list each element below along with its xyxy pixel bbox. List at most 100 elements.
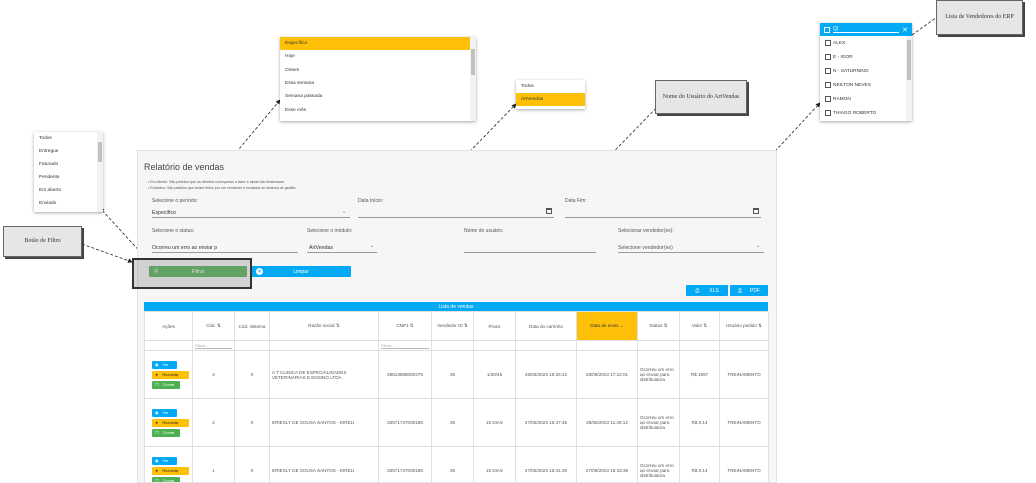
table-row: ◉ Ver ➤ Reenviar ❐ Clonar 1 0 ERIESLY DE SO… [144,446,769,482]
cell-data-carrinho: 26/06/2023 16:25:42 [515,350,577,399]
cell-valor: R$ 1957 [679,350,720,399]
cell-razao-social: ERIESLY DE SOUSA SANTOS - EIRELI [269,446,379,482]
col-prazo: Prazo [473,311,516,341]
col-valor[interactable]: Valor ⇅ [679,311,720,341]
view-button[interactable]: ◉ Ver [152,408,177,417]
filter-cnpj-input[interactable]: Filtrar... [381,343,429,349]
export-pdf-button[interactable]: ⎙ PDF [730,285,768,296]
module-chevron-down-icon[interactable]: ⌄ [370,243,374,249]
col-cod[interactable]: Cód. ⇅ [192,311,235,341]
filter-cod-input[interactable]: Filtrar... [195,343,232,349]
export-xls-button[interactable]: ⎙ XLS [686,285,728,296]
status-label: Selecione o status: [152,228,195,234]
period-select-value[interactable]: Específico [152,210,176,216]
cell-status: Ocorreu um erro ao enviar para distribui… [637,398,680,447]
vendor-option[interactable]: RAMON [820,92,912,106]
status-option[interactable]: Todos [34,132,103,145]
status-option[interactable]: Em aberto [34,184,103,197]
module-option-selected[interactable]: ArtVendas [516,93,585,106]
checkbox[interactable] [825,96,831,102]
cell-vendedor-id: 26 [431,350,474,399]
vendor-search-input[interactable]: Q| [833,26,900,33]
cell-cnpj: 28813568000275 [378,350,432,399]
clone-button[interactable]: ❐ Clonar [152,428,180,437]
checkbox[interactable] [825,68,831,74]
sales-table: Ações Cód. ⇅ Cód. sistema Razão social ⇅… [144,311,769,482]
username-input[interactable] [464,252,596,253]
checkbox[interactable] [825,40,831,46]
vendor-option[interactable]: THIAGO ROBERTO [820,106,912,120]
period-chevron-down-icon[interactable]: ⌄ [342,209,346,215]
checkbox[interactable] [825,82,831,88]
col-vendedor-id[interactable]: Vendedor ID ⇅ [431,311,474,341]
scrollbar[interactable] [470,37,476,121]
clone-button[interactable]: ❐ Clonar [152,380,180,389]
col-razao-social[interactable]: Razão social ⇅ [269,311,379,341]
vendor-option[interactable]: ALEX [820,36,912,50]
period-option-selected[interactable]: Específico [280,37,476,51]
sellers-chevron-down-icon[interactable]: ⌄ [756,243,760,249]
col-status[interactable]: Status ⇅ [637,311,680,341]
status-dropdown: Todos Entregue Faturado Pendente Em aber… [34,132,103,212]
scrollbar[interactable] [97,132,103,212]
table-header-row: Ações Cód. ⇅ Cód. sistema Razão social ⇅… [144,311,769,341]
module-label: Selecione o módulo: [307,228,353,234]
cell-prazo: 15 DIAS [473,446,516,482]
vendor-option[interactable]: E - IGOR [820,50,912,64]
status-select-value[interactable]: Ocorreu um erro ao enviar p [152,245,217,251]
cell-status: Ocorreu um erro ao enviar para distribui… [637,446,680,482]
col-acoes: Ações [144,311,193,341]
view-button[interactable]: ◉ Ver [152,456,177,465]
clear-button[interactable]: × Limpar [251,266,351,277]
copy-icon: ❐ [155,382,159,387]
cell-cod: 1 [192,446,235,482]
select-all-checkbox[interactable] [824,26,830,33]
view-button[interactable]: ◉ Ver [152,360,177,369]
eye-icon: ◉ [155,410,159,415]
date-start-input[interactable] [358,217,554,218]
resend-button[interactable]: ➤ Reenviar [152,466,189,475]
cell-vendedor-id: 26 [431,398,474,447]
printer-icon: ⎙ [695,287,700,294]
period-option[interactable]: Essa semana [280,77,476,90]
period-option[interactable]: Ontem [280,64,476,77]
status-option[interactable]: Pendente [34,171,103,184]
close-icon[interactable]: ✕ [902,26,908,34]
status-option[interactable]: Faturado [34,158,103,171]
col-data-envio[interactable]: Data de envio ⌄ [576,311,638,341]
callout-filter-button: Botão de Filtro [3,226,82,257]
resend-button[interactable]: ➤ Reenviar [152,418,189,427]
cell-razao-social: ERIESLY DE SOUSA SANTOS - EIRELI [269,398,379,447]
clone-button[interactable]: ❐ Clonar [152,476,180,482]
status-option[interactable]: Enviado [34,197,103,210]
period-option[interactable]: Semana passada [280,90,476,103]
period-select-underline [152,217,350,218]
vendor-option[interactable]: N - SATURNINO [820,64,912,78]
sellers-select-value[interactable]: Selecione vendedor(es) [618,245,673,251]
module-select-value[interactable]: ArtVendas [309,245,333,251]
resend-button[interactable]: ➤ Reenviar [152,370,189,379]
module-option[interactable]: Todos [516,80,585,93]
calendar-icon[interactable] [546,208,552,214]
cell-cod-sistema: 0 [234,398,270,447]
period-option[interactable]: Hoje [280,50,476,63]
module-select-underline [307,252,377,253]
period-option[interactable]: Esse mês [280,103,476,116]
date-end-input[interactable] [565,217,761,218]
module-dropdown: Todos ArtVendas [516,80,585,109]
checkbox[interactable] [825,110,831,116]
vendor-option[interactable]: NEILTON NEVES [820,78,912,92]
note-enviados: • Enviados: São pedidos que foram feitos… [148,185,297,190]
cell-usuario: TREINAMENTO [719,398,769,447]
calendar-icon[interactable] [753,208,759,214]
scrollbar[interactable] [906,36,912,121]
checkbox[interactable] [825,54,831,60]
col-usuario-pedido[interactable]: Usuário pedido ⇅ [719,311,769,341]
table-title: Lista de vendas [144,302,768,311]
status-option[interactable]: Entregue [34,145,103,158]
send-icon: ➤ [155,468,159,473]
cell-cod: 2 [192,398,235,447]
sellers-select-underline [618,252,764,253]
vendor-dropdown: Q| ✕ ALEX E - IGOR N - SATURNINO NEILTON… [820,23,912,121]
col-cnpj[interactable]: CNPJ ⇅ [378,311,432,341]
